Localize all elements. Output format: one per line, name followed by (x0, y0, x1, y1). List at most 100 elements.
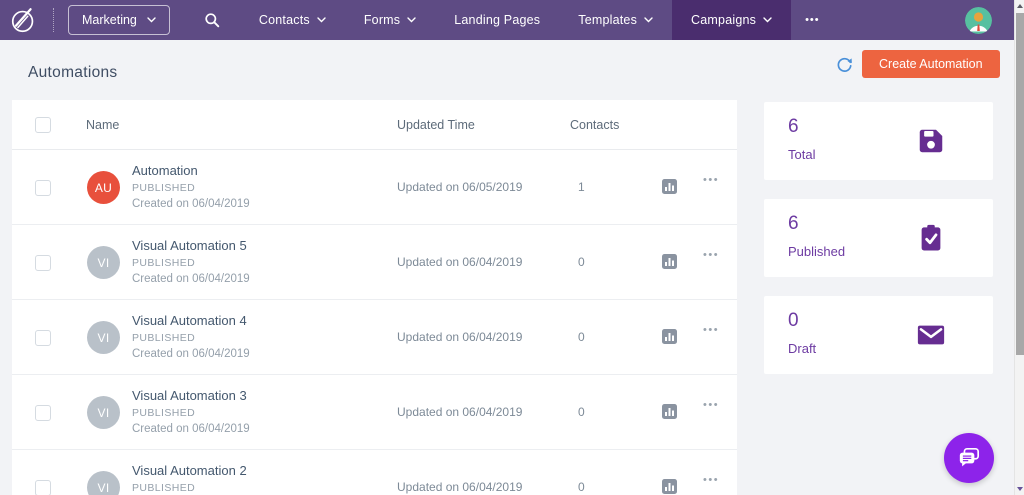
navbar-divider (53, 8, 54, 32)
chevron-down-icon (317, 17, 326, 23)
table-row: VI Visual Automation 3 PUBLISHED Created… (12, 375, 737, 450)
app-menu-button[interactable]: Marketing (68, 5, 170, 35)
scrollbar-thumb[interactable] (1016, 13, 1024, 355)
created-date: Created on 06/04/2019 (132, 273, 250, 285)
page-title: Automations (28, 64, 117, 82)
ellipsis-icon[interactable]: ••• (703, 249, 719, 261)
updated-date: Updated on 06/04/2019 (397, 480, 522, 494)
status-badge: PUBLISHED (132, 257, 195, 269)
nav-item-forms[interactable]: Forms (345, 0, 435, 40)
column-header-updated-time: Updated Time (397, 118, 475, 132)
contacts-count: 0 (578, 405, 585, 419)
chevron-down-icon (147, 17, 156, 23)
bar-chart-icon[interactable] (662, 404, 677, 419)
search-icon[interactable] (198, 6, 226, 34)
column-header-contacts: Contacts (570, 118, 619, 132)
stat-value: 0 (788, 310, 799, 332)
chevron-down-icon (407, 17, 416, 23)
stat-label: Total (788, 147, 815, 162)
stat-value: 6 (788, 116, 799, 138)
user-avatar[interactable] (965, 7, 992, 34)
row-checkbox[interactable] (35, 255, 51, 271)
updated-date: Updated on 06/05/2019 (397, 180, 522, 194)
bar-chart-icon[interactable] (662, 329, 677, 344)
envelope-icon (916, 320, 946, 350)
row-checkbox[interactable] (35, 405, 51, 421)
row-checkbox[interactable] (35, 180, 51, 196)
ellipsis-icon[interactable]: ••• (703, 399, 719, 411)
nav-item-templates[interactable]: Templates (559, 0, 672, 40)
status-badge: PUBLISHED (132, 407, 195, 419)
nav-item-landing-pages[interactable]: Landing Pages (435, 0, 559, 40)
table-row: VI Visual Automation 4 PUBLISHED Created… (12, 300, 737, 375)
app-logo-icon[interactable] (9, 5, 39, 35)
automations-table: Name Updated Time Contacts AU Automation… (12, 100, 737, 495)
page-header: Automations Create Automation (0, 40, 1014, 100)
automation-name-link[interactable]: Visual Automation 4 (132, 313, 247, 328)
nav-item-label: Contacts (259, 13, 310, 27)
updated-date: Updated on 06/04/2019 (397, 405, 522, 419)
stat-label: Published (788, 244, 845, 259)
nav-item-label: Campaigns (691, 13, 756, 27)
save-icon (916, 126, 946, 156)
contacts-count: 0 (578, 480, 585, 494)
nav-item-contacts[interactable]: Contacts (240, 0, 345, 40)
row-avatar: VI (87, 396, 120, 429)
stat-value: 6 (788, 213, 799, 235)
ellipsis-icon[interactable]: ••• (703, 474, 719, 486)
table-row: VI Visual Automation 5 PUBLISHED Created… (12, 225, 737, 300)
select-all-checkbox[interactable] (35, 117, 51, 133)
table-body: AU Automation PUBLISHED Created on 06/04… (12, 150, 737, 495)
row-avatar: VI (87, 471, 120, 495)
clipboard-check-icon (916, 223, 946, 253)
scroll-up-arrow-icon[interactable] (1015, 0, 1024, 12)
automation-name-link[interactable]: Automation (132, 163, 198, 178)
stat-card-total: 6 Total (764, 102, 993, 180)
row-avatar: VI (87, 246, 120, 279)
column-header-name: Name (86, 118, 119, 132)
automation-name-link[interactable]: Visual Automation 2 (132, 463, 247, 478)
more-menu-icon[interactable]: ••• (791, 14, 834, 26)
bar-chart-icon[interactable] (662, 254, 677, 269)
row-checkbox[interactable] (35, 480, 51, 495)
refresh-icon[interactable] (836, 56, 853, 73)
chat-bubbles-icon (956, 445, 982, 471)
automation-name-link[interactable]: Visual Automation 5 (132, 238, 247, 253)
vertical-scrollbar[interactable] (1014, 0, 1024, 495)
contacts-count: 0 (578, 330, 585, 344)
chevron-down-icon (644, 17, 653, 23)
create-automation-button[interactable]: Create Automation (862, 50, 1000, 78)
top-navbar: Marketing Contacts Forms Landing Pages T… (0, 0, 1014, 40)
stat-card-published: 6 Published (764, 199, 993, 277)
updated-date: Updated on 06/04/2019 (397, 330, 522, 344)
contacts-count: 1 (578, 180, 585, 194)
table-header-row: Name Updated Time Contacts (12, 100, 737, 150)
status-badge: PUBLISHED (132, 332, 195, 344)
bar-chart-icon[interactable] (662, 179, 677, 194)
scroll-down-arrow-icon[interactable] (1015, 483, 1024, 495)
stat-card-draft: 0 Draft (764, 296, 993, 374)
automation-name-link[interactable]: Visual Automation 3 (132, 388, 247, 403)
row-checkbox[interactable] (35, 330, 51, 346)
created-date: Created on 06/04/2019 (132, 198, 250, 210)
created-date: Created on 06/04/2019 (132, 348, 250, 360)
app-menu-label: Marketing (82, 13, 137, 27)
ellipsis-icon[interactable]: ••• (703, 324, 719, 336)
ellipsis-icon[interactable]: ••• (703, 174, 719, 186)
bar-chart-icon[interactable] (662, 479, 677, 494)
chevron-down-icon (763, 17, 772, 23)
chat-button[interactable] (944, 433, 994, 483)
contacts-count: 0 (578, 255, 585, 269)
primary-nav: Contacts Forms Landing Pages Templates C… (240, 0, 791, 40)
nav-item-label: Forms (364, 13, 400, 27)
nav-item-label: Landing Pages (454, 13, 540, 27)
row-avatar: AU (87, 171, 120, 204)
row-avatar: VI (87, 321, 120, 354)
updated-date: Updated on 06/04/2019 (397, 255, 522, 269)
nav-item-label: Templates (578, 13, 637, 27)
nav-item-campaigns[interactable]: Campaigns (672, 0, 791, 40)
stat-label: Draft (788, 341, 816, 356)
status-badge: PUBLISHED (132, 182, 195, 194)
created-date: Created on 06/04/2019 (132, 423, 250, 435)
status-badge: PUBLISHED (132, 482, 195, 494)
